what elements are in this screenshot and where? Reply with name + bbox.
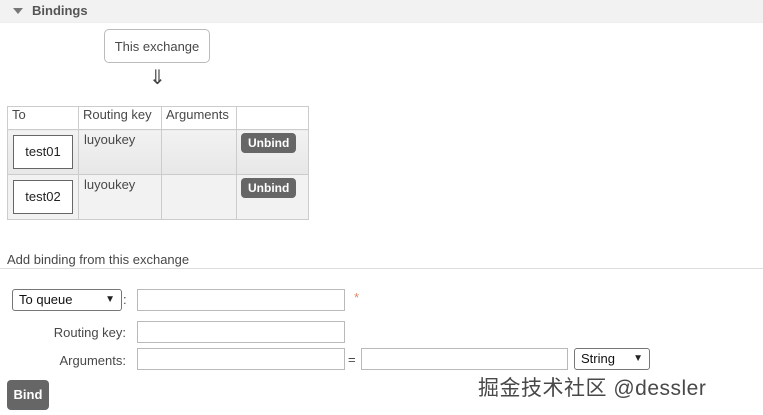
cell-arguments	[161, 129, 237, 175]
section-title: Bindings	[32, 3, 88, 18]
queue-link[interactable]: test02	[13, 180, 73, 214]
collapse-triangle-icon[interactable]	[13, 8, 23, 14]
equals-sign: =	[348, 352, 356, 367]
unbind-button[interactable]: Unbind	[241, 133, 297, 153]
cell-action: Unbind	[236, 129, 309, 175]
argument-type-value: String	[581, 351, 615, 366]
routing-key-input[interactable]	[137, 321, 345, 343]
table-row: test01 luyoukey Unbind	[7, 129, 309, 175]
watermark: 掘金技术社区 @dessler	[478, 377, 707, 400]
divider	[0, 268, 763, 269]
header-actions	[236, 106, 309, 130]
header-to: To	[7, 106, 79, 130]
this-exchange-node: This exchange	[104, 29, 210, 63]
destination-type-value: To queue	[19, 292, 73, 307]
table-header-row: To Routing key Arguments	[7, 106, 309, 130]
chevron-down-icon: ▼	[633, 353, 643, 364]
header-routing-key: Routing key	[78, 106, 162, 130]
routing-key-value: luyoukey	[84, 177, 136, 192]
add-binding-title: Add binding from this exchange	[7, 252, 190, 267]
argument-value-input[interactable]	[361, 348, 568, 370]
unbind-button[interactable]: Unbind	[241, 178, 297, 198]
routing-key-value: luyoukey	[84, 132, 136, 147]
cell-action: Unbind	[236, 174, 309, 220]
argument-type-select[interactable]: String ▼	[574, 348, 650, 370]
cell-arguments	[161, 174, 237, 220]
bind-button[interactable]: Bind	[7, 380, 49, 410]
required-marker: *	[354, 290, 360, 305]
table-row: test02 luyoukey Unbind	[7, 174, 309, 220]
bindings-section-header[interactable]: Bindings	[0, 0, 763, 23]
destination-type-select[interactable]: To queue ▼	[12, 289, 122, 311]
destination-input[interactable]	[137, 289, 345, 311]
routing-key-label: Routing key:	[53, 325, 126, 340]
cell-to: test02	[7, 174, 79, 220]
chevron-down-icon: ▼	[105, 294, 115, 305]
colon: :	[123, 292, 127, 307]
cell-routing-key: luyoukey	[78, 129, 162, 175]
header-arguments: Arguments	[161, 106, 237, 130]
queue-link[interactable]: test01	[13, 135, 73, 169]
bindings-table: To Routing key Arguments test01 luyoukey…	[7, 106, 309, 220]
argument-key-input[interactable]	[137, 348, 345, 370]
cell-routing-key: luyoukey	[78, 174, 162, 220]
down-arrow-icon: ⇓	[149, 67, 166, 89]
arguments-label: Arguments:	[59, 353, 126, 368]
cell-to: test01	[7, 129, 79, 175]
